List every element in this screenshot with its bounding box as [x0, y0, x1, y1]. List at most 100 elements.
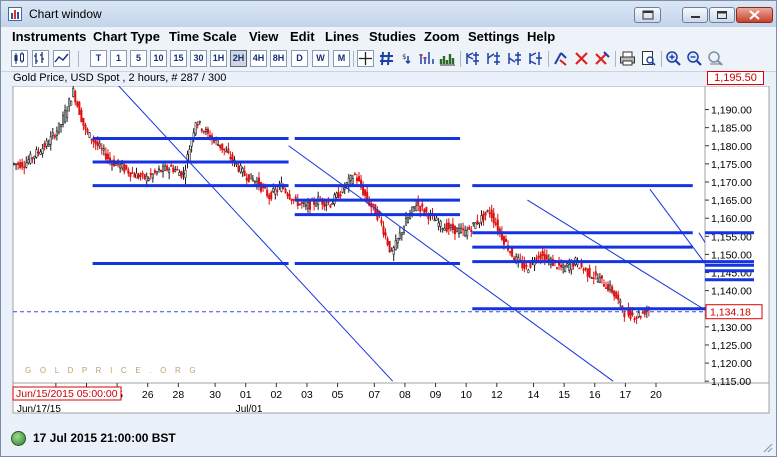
- candle-body: [202, 130, 205, 133]
- candle-body: [102, 148, 105, 151]
- crosshair-icon[interactable]: [357, 50, 374, 67]
- candle-body: [129, 172, 132, 177]
- candle-body: [343, 187, 346, 190]
- candle-body: [170, 164, 173, 167]
- timeframe-week-button[interactable]: W: [312, 50, 329, 67]
- candle-body: [251, 178, 254, 182]
- menu-time-scale[interactable]: Time Scale: [169, 29, 237, 44]
- timeframe-30m-button[interactable]: 30: [190, 50, 207, 67]
- timeframe-4h-button[interactable]: 4H: [250, 50, 267, 67]
- bar-chart-icon[interactable]: [32, 50, 49, 67]
- y-tick-label: 1,115.00: [711, 376, 751, 388]
- candle-body: [390, 249, 393, 252]
- draw-tool-icon[interactable]: [552, 50, 569, 67]
- zoom-in-icon[interactable]: [665, 50, 682, 67]
- volume-bars-icon[interactable]: [418, 50, 435, 67]
- resize-grip-icon[interactable]: [761, 441, 773, 453]
- y-tick-label: 1,175.00: [711, 159, 752, 171]
- title-bar[interactable]: Chart window: [1, 1, 776, 27]
- toolbar-separator: [548, 51, 549, 67]
- candle-body: [147, 178, 150, 181]
- timeframe-15m-button[interactable]: 15: [170, 50, 187, 67]
- menu-studies[interactable]: Studies: [369, 29, 416, 44]
- candle-body: [166, 165, 169, 171]
- candle-body: [29, 153, 32, 164]
- timeframe-1h-button[interactable]: 1H: [210, 50, 227, 67]
- candle-body: [637, 312, 640, 318]
- close-button[interactable]: [736, 7, 773, 23]
- histogram-icon[interactable]: [439, 50, 456, 67]
- candle-body: [141, 172, 144, 175]
- menu-settings[interactable]: Settings: [468, 29, 519, 44]
- candle-body: [45, 140, 48, 147]
- candle-body: [484, 211, 487, 216]
- minimize-button[interactable]: [682, 7, 708, 23]
- detach-window-button[interactable]: [634, 7, 661, 23]
- y-tick-label: 1,125.00: [711, 340, 752, 352]
- candle-body: [33, 155, 36, 159]
- candle-body: [168, 169, 171, 174]
- candle-body: [49, 136, 52, 145]
- price-chart[interactable]: G O L D P R I C E . O R G 1,115.00 1,120.0…: [11, 86, 771, 425]
- candle-body: [353, 173, 356, 176]
- candle-body: [604, 287, 608, 289]
- delete-all-lines-icon[interactable]: [594, 50, 611, 67]
- menu-zoom[interactable]: Zoom: [424, 29, 459, 44]
- plot-area[interactable]: [12, 86, 706, 384]
- timeframe-tick-button[interactable]: T: [90, 50, 107, 67]
- data-window-icon[interactable]: $: [399, 50, 416, 67]
- candle-body: [247, 174, 250, 182]
- candle-body: [327, 201, 330, 204]
- x-tick-label: 01: [240, 389, 252, 401]
- close-icon: [749, 10, 760, 20]
- indicator-fork-up-icon[interactable]: [485, 50, 502, 67]
- timeframe-month-button[interactable]: M: [333, 50, 350, 67]
- menu-view[interactable]: View: [249, 29, 278, 44]
- y-tick-label: 1,170.00: [711, 177, 752, 189]
- candle-body: [108, 157, 111, 162]
- timeframe-day-button[interactable]: D: [291, 50, 308, 67]
- menu-lines[interactable]: Lines: [325, 29, 359, 44]
- candle-body: [239, 165, 242, 173]
- indicator-fork-both-icon[interactable]: [527, 50, 544, 67]
- candle-body: [290, 198, 293, 202]
- indicator-fork-down-icon[interactable]: [506, 50, 523, 67]
- print-icon[interactable]: [619, 50, 636, 67]
- candle-body: [96, 141, 99, 147]
- timeframe-2h-button[interactable]: 2H: [230, 50, 247, 67]
- candlestick-chart-icon[interactable]: [11, 50, 28, 67]
- candle-body: [572, 262, 575, 267]
- timeframe-8h-button[interactable]: 8H: [270, 50, 287, 67]
- indicator-fork-icon[interactable]: [464, 50, 481, 67]
- x-tick-label: 15: [558, 389, 570, 401]
- candle-body: [313, 200, 316, 205]
- print-preview-icon[interactable]: [640, 50, 657, 67]
- candle-body: [566, 263, 569, 267]
- timeframe-1m-button[interactable]: 1: [110, 50, 127, 67]
- candle-body: [496, 219, 499, 231]
- zoom-reset-icon[interactable]: [707, 50, 724, 67]
- candle-body: [404, 217, 407, 226]
- menu-help[interactable]: Help: [527, 29, 555, 44]
- candle-body: [615, 292, 618, 299]
- candle-body: [57, 122, 60, 133]
- menu-edit[interactable]: Edit: [290, 29, 315, 44]
- candle-body: [64, 110, 67, 123]
- candle-body: [468, 227, 471, 230]
- grid-icon[interactable]: [378, 50, 395, 67]
- candle-body: [337, 191, 340, 199]
- timeframe-10m-button[interactable]: 10: [150, 50, 167, 67]
- menu-instruments[interactable]: Instruments: [12, 29, 86, 44]
- candle-body: [460, 227, 463, 233]
- line-chart-icon[interactable]: [53, 50, 70, 67]
- candle-body: [174, 169, 177, 172]
- zoom-out-icon[interactable]: [686, 50, 703, 67]
- timeframe-5m-button[interactable]: 5: [130, 50, 147, 67]
- candle-body: [274, 188, 277, 195]
- menu-chart-type[interactable]: Chart Type: [93, 29, 160, 44]
- candle-body: [441, 228, 444, 230]
- delete-line-icon[interactable]: [573, 50, 590, 67]
- maximize-button[interactable]: [709, 7, 735, 23]
- candle-body: [455, 227, 458, 233]
- candle-body: [61, 114, 65, 125]
